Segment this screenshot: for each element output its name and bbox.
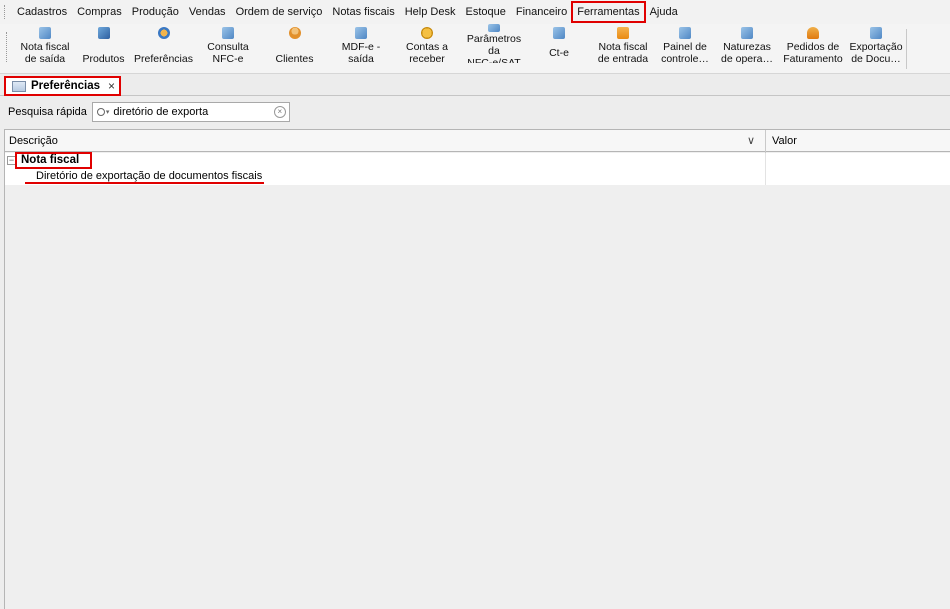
column-divider[interactable] <box>765 130 766 153</box>
preferences-grid: Descrição ∨ Valor − Nota fiscal Diretóri… <box>4 129 950 609</box>
chevron-down-icon[interactable]: ∨ <box>747 134 755 147</box>
toolbar-separator <box>906 29 907 69</box>
quick-search-label: Pesquisa rápida <box>8 106 87 118</box>
group-label-highlight: Nota fiscal <box>15 152 92 169</box>
search-options-icon[interactable]: ▾ <box>106 108 110 116</box>
tab-preferencias[interactable]: Preferências × <box>4 76 121 96</box>
menu-estoque[interactable]: Estoque <box>461 3 509 21</box>
toolbar-naturezas-de-operacao-button[interactable]: Naturezas de opera… <box>714 24 780 72</box>
invoice-icon <box>39 27 51 39</box>
menu-ordem-de-servico[interactable]: Ordem de serviço <box>232 3 327 21</box>
toolbar-contas-a-receber-button[interactable]: Contas a receber <box>394 24 460 72</box>
products-icon <box>97 27 110 39</box>
toolbar-produtos-button[interactable]: Produtos <box>75 24 132 72</box>
group-label: Nota fiscal <box>21 154 80 166</box>
highlight-underline <box>25 182 264 184</box>
document-icon <box>870 27 882 39</box>
quick-search-input[interactable]: ▾ diretório de exporta × <box>91 102 290 122</box>
menu-grip <box>4 5 7 19</box>
menu-vendas[interactable]: Vendas <box>185 3 230 21</box>
window-icon <box>12 80 26 92</box>
toolbar-exportacao-de-documentos-button[interactable]: Exportação de Docu… <box>846 24 906 72</box>
menu-ferramentas[interactable]: Ferramentas <box>571 1 646 23</box>
tab-strip: Preferências × <box>0 74 950 96</box>
quick-search-value[interactable]: diretório de exporta <box>113 106 208 118</box>
cell-divider <box>765 169 766 185</box>
toolbar-cte-button[interactable]: Ct-e <box>528 24 590 72</box>
toolbar-pedidos-de-faturamento-button[interactable]: Pedidos de Faturamento <box>780 24 846 72</box>
user-icon <box>288 27 301 39</box>
toolbar-nota-fiscal-saida-button[interactable]: Nota fiscal de saída <box>15 24 75 72</box>
toolbar-painel-de-controle-button[interactable]: Painel de controle… <box>656 24 714 72</box>
grid-header: Descrição ∨ Valor <box>5 129 950 153</box>
menu-help-desk[interactable]: Help Desk <box>401 3 460 21</box>
column-header-valor[interactable]: Valor <box>772 135 797 147</box>
quick-search-row: Pesquisa rápida ▾ diretório de exporta × <box>0 96 950 128</box>
toolbar: Nota fiscal de saída Produtos Preferênci… <box>0 24 950 74</box>
document-icon <box>553 27 565 39</box>
document-icon <box>222 27 234 39</box>
toolbar-clientes-button[interactable]: Clientes <box>261 24 328 72</box>
close-icon[interactable]: × <box>108 79 115 93</box>
cell-divider <box>765 153 766 169</box>
toolbar-consulta-nfce-button[interactable]: Consulta NFC-e <box>195 24 261 72</box>
row-description: Diretório de exportação de documentos fi… <box>36 170 263 182</box>
coins-icon <box>421 27 433 39</box>
folder-icon <box>617 27 629 39</box>
hat-icon <box>807 27 819 39</box>
clear-icon[interactable]: × <box>273 106 286 118</box>
search-icon <box>96 108 105 116</box>
group-row-nota-fiscal[interactable]: − Nota fiscal <box>5 152 950 169</box>
menu-cadastros[interactable]: Cadastros <box>13 3 71 21</box>
toolbar-parametros-nfce-sat-button[interactable]: Parâmetros da NFC-e/SAT <box>460 24 528 72</box>
document-icon <box>355 27 367 39</box>
document-icon <box>741 27 753 39</box>
menu-compras[interactable]: Compras <box>73 3 126 21</box>
tab-label: Preferências <box>31 80 101 92</box>
document-icon <box>679 27 691 39</box>
menu-notas-fiscais[interactable]: Notas fiscais <box>328 3 398 21</box>
toolbar-grip <box>6 32 9 62</box>
menu-financeiro[interactable]: Financeiro <box>512 3 571 21</box>
preferences-icon <box>157 27 170 39</box>
menu-ajuda[interactable]: Ajuda <box>646 3 682 21</box>
document-icon <box>488 24 500 32</box>
column-header-descricao[interactable]: Descrição <box>9 135 58 147</box>
toolbar-mdfe-saida-button[interactable]: MDF-e - saída <box>328 24 394 72</box>
menu-producao[interactable]: Produção <box>128 3 183 21</box>
toolbar-preferencias-button[interactable]: Preferências <box>132 24 195 72</box>
toolbar-nota-fiscal-entrada-button[interactable]: Nota fiscal de entrada <box>590 24 656 72</box>
menu-bar: Cadastros Compras Produção Vendas Ordem … <box>0 0 950 24</box>
